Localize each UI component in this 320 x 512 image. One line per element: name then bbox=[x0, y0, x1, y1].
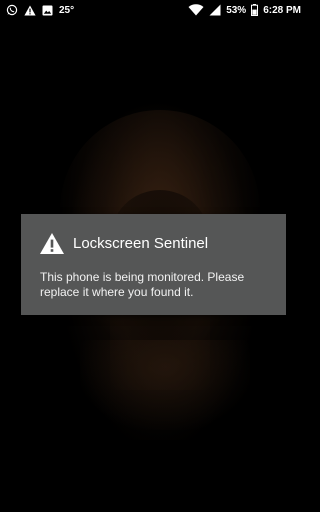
clock: 6:28 PM bbox=[263, 4, 301, 16]
dialog-title: Lockscreen Sentinel bbox=[73, 234, 209, 252]
warning-icon bbox=[39, 232, 65, 255]
status-bar: 25° 53% 6:28 PM bbox=[0, 0, 307, 20]
alert-dialog[interactable]: Lockscreen Sentinel This phone is being … bbox=[21, 214, 286, 315]
wallpaper-tunnel-floor bbox=[80, 340, 250, 430]
status-bar-left: 25° bbox=[6, 0, 74, 20]
signal-icon bbox=[209, 4, 221, 16]
whatsapp-icon bbox=[6, 4, 18, 16]
image-icon bbox=[42, 5, 53, 16]
battery-icon bbox=[251, 4, 259, 16]
dialog-message: This phone is being monitored. Please re… bbox=[40, 270, 245, 299]
lock-screen: 25° 53% 6:28 PM Lockscreen Sentinel This… bbox=[0, 0, 307, 512]
dialog-header: Lockscreen Sentinel bbox=[39, 230, 208, 256]
warning-icon bbox=[24, 5, 36, 16]
temperature-label: 25° bbox=[59, 4, 75, 16]
wifi-icon bbox=[188, 4, 204, 16]
battery-percent-label: 53% bbox=[226, 4, 247, 16]
status-bar-right: 53% 6:28 PM bbox=[188, 0, 301, 20]
